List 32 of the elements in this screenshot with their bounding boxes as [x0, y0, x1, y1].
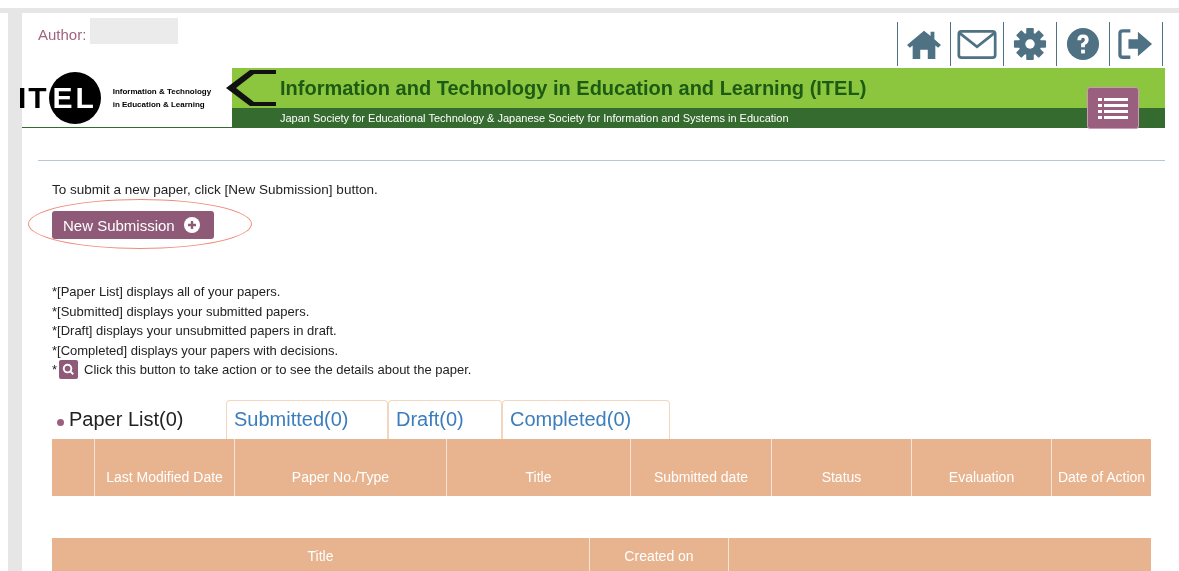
note-text: *[Paper List] displays all of your papers. — [52, 283, 282, 301]
menu-button[interactable] — [1087, 87, 1139, 129]
column-header: Paper No./Type — [235, 438, 447, 496]
column-header: Status — [772, 438, 912, 496]
plus-circle-icon — [183, 217, 200, 233]
arrow-icon — [226, 68, 276, 108]
note-asterisk: * — [52, 361, 58, 379]
itel-logo: IT EL — [18, 71, 101, 124]
logo-tagline: Information & Technology — [112, 85, 212, 98]
search-icon — [58, 360, 80, 380]
note-text: *[Draft] displays your unsubmitted papers in draft. — [52, 322, 338, 340]
column-header: Title — [52, 537, 590, 571]
column-header: Evaluation — [912, 438, 1052, 496]
column-header: Date of Action — [1056, 467, 1147, 487]
logout-icon[interactable] — [1109, 22, 1163, 66]
column-header: Title — [447, 438, 631, 496]
list-icon — [1098, 97, 1128, 119]
banner-title: Information and Technology in Education and Learning (ITEL) — [280, 76, 867, 100]
column-header: Created on — [590, 537, 729, 571]
column-header: Last Modified Date — [95, 438, 235, 496]
note-text: *[Submitted] displays your submitted papers. — [52, 302, 311, 321]
new-submission-button[interactable]: New Submission — [52, 211, 214, 239]
logo-tagline: in Education & Learning — [112, 98, 206, 111]
tab[interactable]: Submitted(0) — [226, 399, 388, 439]
column-header: Submitted date — [631, 438, 772, 496]
tab[interactable]: Draft(0) — [388, 399, 502, 439]
note-text: Click this button to take action or to see the details about the paper. — [84, 361, 472, 379]
instruction-text: To submit a new paper, click [New Submission] button. — [52, 182, 379, 197]
tab[interactable]: Completed(0) — [502, 399, 670, 439]
author-label: Author: — [38, 26, 87, 43]
banner-subtitle: Japan Society for Educational Technology & Japanese Society for Information and Systems in Education — [280, 112, 789, 124]
note-text: *[Completed] displays your papers with decisions. — [52, 341, 340, 360]
